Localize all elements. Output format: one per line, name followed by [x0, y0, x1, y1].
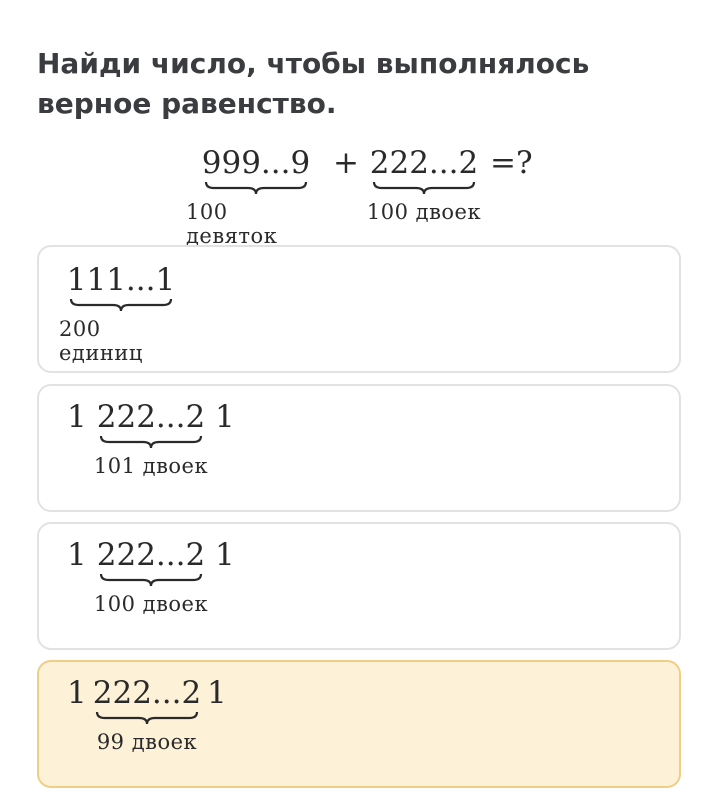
option-4-suffix: 1 — [207, 675, 227, 711]
option-2-term: 222...2 101 двоек — [91, 400, 211, 478]
option-2-core: 222...2 — [96, 399, 206, 435]
option-4-prefix: 1 — [67, 675, 87, 711]
option-1-label: 200 единиц — [59, 317, 143, 365]
option-4-core: 222...2 — [92, 675, 202, 711]
option-4-label: 99 двоек — [96, 730, 198, 754]
underbrace-icon — [95, 711, 199, 725]
underbrace-icon — [69, 298, 173, 312]
option-2-suffix: 1 — [215, 399, 235, 435]
answer-option-1[interactable]: 111...1 200 единиц — [37, 245, 681, 373]
equals-question: =? — [490, 145, 533, 181]
answer-option-3[interactable]: 1 222...2 100 двоек 1 — [37, 522, 681, 650]
term-nines-value: 999...9 — [201, 145, 311, 181]
underbrace-icon — [372, 181, 476, 195]
option-1-term: 111...1 200 единиц — [59, 263, 183, 365]
option-1-core: 111...1 — [66, 262, 176, 298]
term-nines: 999...9 100 девяток — [186, 146, 326, 248]
question-title: Найди число, чтобы выполнялось верное ра… — [37, 47, 590, 120]
answer-option-4[interactable]: 1 222...2 99 двоек 1 — [37, 660, 681, 788]
option-3-suffix: 1 — [215, 537, 235, 573]
option-3-term: 222...2 100 двоек — [91, 538, 211, 616]
underbrace-icon — [99, 573, 203, 587]
plus-sign: + — [333, 145, 359, 181]
option-2-label: 101 двоек — [93, 454, 209, 478]
term-twos: 222...2 100 двоек — [364, 146, 484, 224]
option-3-label: 100 двоек — [93, 592, 209, 616]
term-twos-value: 222...2 — [369, 145, 479, 181]
answer-option-2[interactable]: 1 222...2 101 двоек 1 — [37, 384, 681, 512]
option-4-term: 222...2 99 двоек — [87, 676, 207, 754]
term-twos-label: 100 двоек — [366, 200, 482, 224]
underbrace-icon — [204, 181, 308, 195]
option-3-prefix: 1 — [67, 537, 87, 573]
underbrace-icon — [99, 435, 203, 449]
term-nines-label: 100 девяток — [186, 200, 278, 248]
option-2-prefix: 1 — [67, 399, 87, 435]
option-3-core: 222...2 — [96, 537, 206, 573]
